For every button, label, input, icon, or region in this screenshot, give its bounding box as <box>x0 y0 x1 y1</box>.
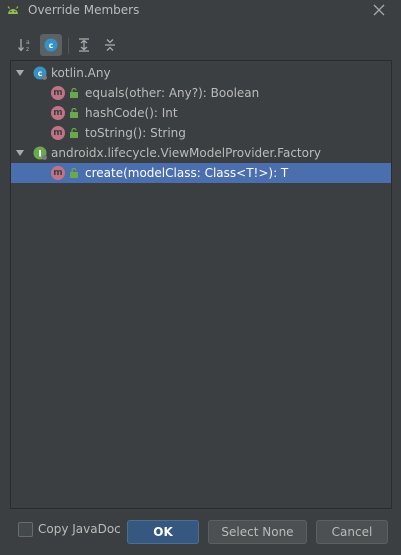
lock-icon <box>70 108 78 118</box>
tree-node-label: equals(other: Any?): Boolean <box>85 86 260 100</box>
lock-icon <box>70 168 78 178</box>
method-icon: m <box>51 166 65 180</box>
tree-node-label: create(modelClass: Class<T!>): T <box>85 166 289 180</box>
class-icon: c <box>33 66 47 80</box>
ok-button[interactable]: OK <box>127 520 199 544</box>
svg-text:I: I <box>38 150 41 160</box>
tree-node-method-selected[interactable]: m create(modelClass: Class<T!>): T <box>11 163 391 183</box>
svg-text:c: c <box>49 41 54 50</box>
select-none-button[interactable]: Select None <box>208 520 307 544</box>
method-icon: m <box>51 106 65 120</box>
lock-icon <box>70 88 78 98</box>
tree-node-method[interactable]: m toString(): String <box>11 123 391 143</box>
expand-arrow-icon[interactable] <box>15 148 25 158</box>
expand-all-icon <box>79 38 89 52</box>
close-icon[interactable] <box>371 2 387 18</box>
tree-node-label: androidx.lifecycle.ViewModelProvider.Fac… <box>51 146 322 160</box>
collapse-all-icon <box>105 39 115 51</box>
tree-node-class[interactable]: c kotlin.Any <box>11 63 391 83</box>
sort-alphabetically-icon: a z <box>18 39 30 53</box>
tree-node-interface[interactable]: I androidx.lifecycle.ViewModelProvider.F… <box>11 143 391 163</box>
show-classes-button[interactable]: c <box>40 34 62 56</box>
lock-icon <box>70 128 78 138</box>
method-icon: m <box>51 86 65 100</box>
collapse-all-button[interactable] <box>99 34 121 56</box>
svg-text:a: a <box>26 39 30 46</box>
dialog-footer: Copy JavaDoc OK Select None Cancel <box>0 515 401 551</box>
tree-node-label: kotlin.Any <box>51 66 111 80</box>
android-icon <box>7 6 19 14</box>
members-tree[interactable]: c kotlin.Any m equals(other: Any?): Bool… <box>10 60 392 509</box>
tree-node-method[interactable]: m equals(other: Any?): Boolean <box>11 83 391 103</box>
toolbar-separator <box>68 38 69 54</box>
show-classes-icon: c <box>44 38 58 52</box>
expand-arrow-icon[interactable] <box>15 68 25 78</box>
tree-node-label: toString(): String <box>85 126 186 140</box>
svg-text:c: c <box>38 69 43 78</box>
expand-all-button[interactable] <box>73 34 95 56</box>
svg-text:z: z <box>26 46 29 53</box>
toolbar: a z c <box>0 34 401 58</box>
tree-node-label: hashCode(): Int <box>85 106 178 120</box>
interface-icon: I <box>33 146 47 160</box>
sort-alphabetically-button[interactable]: a z <box>14 34 36 56</box>
cancel-button[interactable]: Cancel <box>316 520 388 544</box>
copy-javadoc-checkbox[interactable] <box>18 522 33 537</box>
copy-javadoc-label[interactable]: Copy JavaDoc <box>38 522 121 536</box>
method-icon: m <box>51 126 65 140</box>
tree-node-method[interactable]: m hashCode(): Int <box>11 103 391 123</box>
title-bar: Override Members <box>0 0 401 22</box>
window-title: Override Members <box>28 3 140 17</box>
